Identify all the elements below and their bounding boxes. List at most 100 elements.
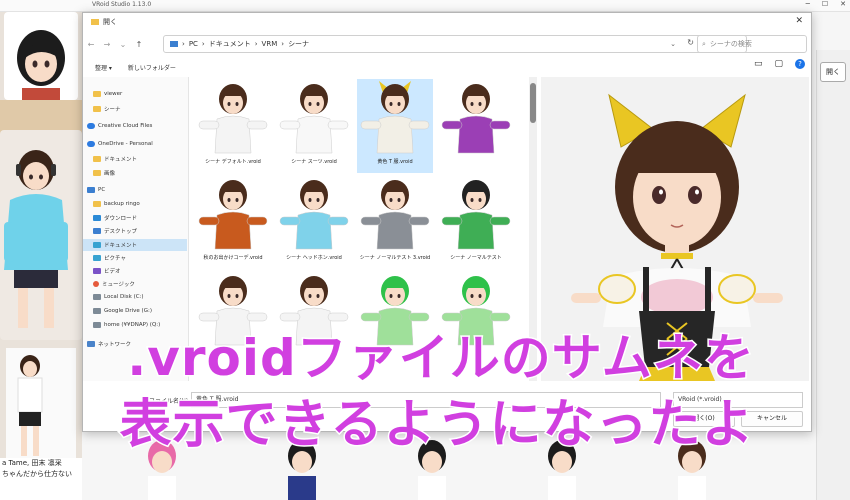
open-button-bg[interactable]: 開く <box>820 62 846 82</box>
sidebar-item-label: ドキュメント <box>104 243 138 249</box>
file-name: シーナ デフォルト.vroid <box>205 159 261 165</box>
file-name: シーナ ノーマルテスト 3.vroid <box>359 255 431 261</box>
sidebar-item-label: 画像 <box>104 171 116 177</box>
file-tile[interactable]: シーナ スーツ.vroid <box>276 79 352 173</box>
sidebar-item[interactable]: ビデオ <box>93 267 121 275</box>
maximize-icon[interactable]: ☐ <box>822 0 828 8</box>
file-thumbnail <box>438 175 514 253</box>
file-tile[interactable]: 黄色 T 服.vroid <box>357 79 433 173</box>
help-icon[interactable]: ? <box>795 59 805 69</box>
new-folder-button[interactable]: 新しいフォルダー <box>128 63 176 72</box>
sidebar-item[interactable]: デスクトップ <box>93 227 137 235</box>
picture-icon <box>93 255 101 261</box>
sidebar-item[interactable]: ドキュメント <box>93 155 137 163</box>
caption-line-2: 表示できるようになったよ <box>118 394 755 457</box>
breadcrumb-item[interactable]: ドキュメント <box>209 39 251 49</box>
toolbar-right: ▭ ▢ ? <box>754 59 805 69</box>
file-tile[interactable]: 秋のお出かけコーデ.vroid <box>195 175 271 269</box>
file-name: シーナ スーツ.vroid <box>291 159 337 165</box>
preview-pane-icon[interactable]: ▢ <box>774 59 783 69</box>
chat-line: a Tame, 田末 凛采 <box>2 459 62 467</box>
sidebar-item[interactable]: ピクチャ <box>93 254 126 262</box>
scroll-thumb[interactable] <box>530 83 536 123</box>
close-icon[interactable]: ✕ <box>795 16 803 26</box>
chat-names: a Tame, 田末 凛采 ちゃんだから仕方ない <box>0 458 82 500</box>
chevron-down-icon[interactable]: ⌄ <box>115 40 131 49</box>
sidebar-item-label: OneDrive - Personal <box>98 141 153 147</box>
sidebar-item[interactable]: ミュージック <box>93 280 135 288</box>
document-icon <box>93 242 101 248</box>
breadcrumb-sep: › <box>201 40 205 48</box>
sidebar-item[interactable]: Local Disk (C:) <box>93 294 144 300</box>
breadcrumb-item[interactable]: VRM <box>262 40 278 48</box>
sidebar-item-selected[interactable]: ドキュメント <box>83 239 187 251</box>
sidebar-item-label: Google Drive (G:) <box>104 308 152 314</box>
file-tile[interactable]: シーナ ノーマルテスト <box>438 175 514 269</box>
minimize-icon[interactable]: ─ <box>806 0 810 8</box>
up-arrow-icon[interactable]: ↑ <box>131 40 147 49</box>
app-title: VRoid Studio 1.13.0 <box>92 1 152 8</box>
sidebar-item[interactable]: viewer <box>93 91 122 97</box>
folder-icon <box>93 91 101 97</box>
character-headphones <box>0 130 82 340</box>
sidebar-item[interactable]: シーナ <box>93 105 121 113</box>
sidebar-item-label: ミュージック <box>102 282 135 288</box>
breadcrumb-item[interactable]: PC <box>189 40 198 48</box>
file-name: 秋のお出かけコーデ.vroid <box>203 255 263 261</box>
desktop-icon <box>93 228 101 234</box>
dialog-title: 開く <box>103 18 117 26</box>
file-thumbnail <box>357 175 433 253</box>
file-name: 黄色 T 服.vroid <box>377 159 413 165</box>
address-row: ← → ⌄ ↑ › PC › ドキュメント › VRM › シーナ ⌄ ↻ ⌕ … <box>83 35 811 53</box>
address-bar[interactable]: › PC › ドキュメント › VRM › シーナ ⌄ ↻ <box>163 35 747 53</box>
file-thumbnail <box>357 79 433 157</box>
close-icon[interactable]: ✕ <box>840 0 846 8</box>
download-icon <box>93 215 101 221</box>
folder-icon <box>93 170 101 176</box>
cloud-icon <box>87 123 95 129</box>
app-titlebar: VRoid Studio 1.13.0 ─ ☐ ✕ <box>0 0 850 12</box>
sidebar-item-label: ビデオ <box>104 269 121 275</box>
file-tile[interactable]: シーナ ヘッドホン.vroid <box>276 175 352 269</box>
file-name: シーナ ヘッドホン.vroid <box>286 255 342 261</box>
file-tile[interactable]: シーナ ノーマルテスト 3.vroid <box>357 175 433 269</box>
forward-arrow-icon[interactable]: → <box>99 40 115 49</box>
sidebar-item-label: PC <box>98 187 106 193</box>
sidebar-item-label: ドキュメント <box>104 157 138 163</box>
refresh-icon[interactable]: ↻ <box>687 38 694 47</box>
character-portrait <box>4 12 78 100</box>
search-input[interactable]: ⌕ シーナの検索 <box>697 35 807 53</box>
back-arrow-icon[interactable]: ← <box>83 40 99 49</box>
sidebar-item-label: シーナ <box>104 107 121 113</box>
sidebar-item[interactable]: 画像 <box>93 169 115 177</box>
sidebar-item[interactable]: ダウンロード <box>93 214 137 222</box>
sidebar-item[interactable]: Google Drive (G:) <box>93 308 152 314</box>
search-icon: ⌕ <box>702 39 706 48</box>
file-thumbnail <box>195 79 271 157</box>
folder-icon <box>91 19 99 25</box>
caption-line-1: .vroidファイルのサムネを <box>126 328 756 389</box>
file-tile[interactable]: シーナ デフォルト.vroid <box>195 79 271 173</box>
sidebar-item-label: ピクチャ <box>104 256 126 262</box>
cloud-icon <box>87 141 95 147</box>
sidebar-item-label: viewer <box>104 91 123 97</box>
file-thumbnail <box>276 79 352 157</box>
sidebar-item[interactable]: Creative Cloud Files <box>87 123 152 129</box>
folder-icon <box>93 201 101 207</box>
file-tile[interactable] <box>438 79 514 173</box>
view-icon[interactable]: ▭ <box>754 59 763 69</box>
dialog-toolbar: 整理 ▾ 新しいフォルダー ▭ ▢ ? <box>83 59 811 75</box>
chevron-down-icon[interactable]: ⌄ <box>670 40 676 48</box>
file-thumbnail <box>438 79 514 157</box>
organize-menu[interactable]: 整理 ▾ <box>95 63 112 72</box>
sidebar-item[interactable]: PC <box>87 187 105 193</box>
breadcrumb-sep: › <box>182 40 185 48</box>
drive-icon <box>93 294 101 300</box>
breadcrumb-item[interactable]: シーナ <box>288 39 309 49</box>
sidebar-item[interactable]: backup ringo <box>93 201 140 207</box>
sidebar-item[interactable]: OneDrive - Personal <box>87 141 153 147</box>
sidebar-item-label: backup ringo <box>104 201 140 207</box>
sidebar-item-label: デスクトップ <box>104 229 138 235</box>
file-name: シーナ ノーマルテスト <box>450 255 502 261</box>
chat-line: ちゃんだから仕方ない <box>2 470 72 478</box>
